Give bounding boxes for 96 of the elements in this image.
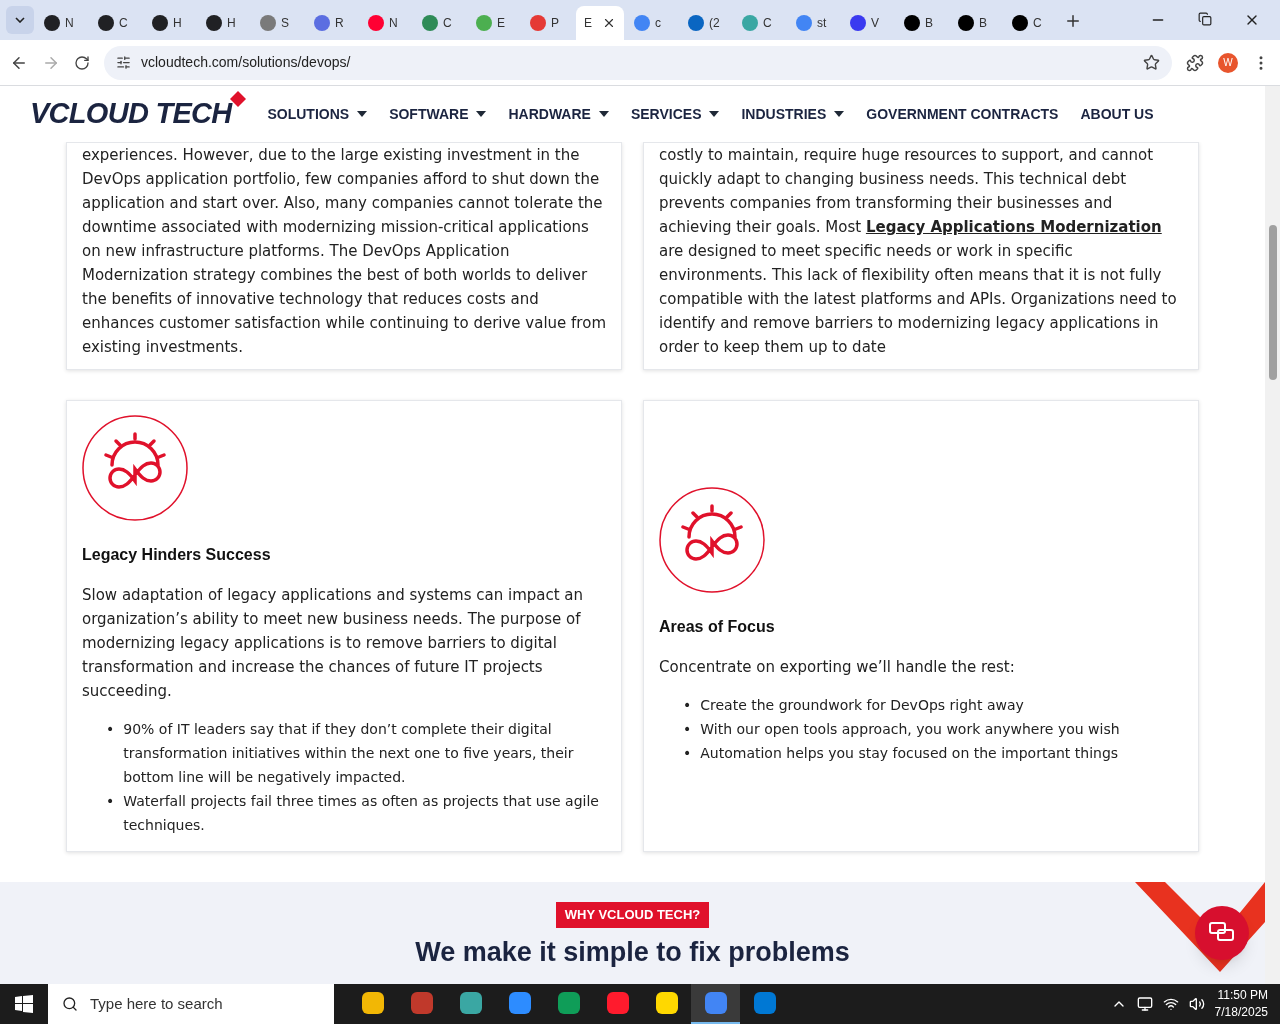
nav-link[interactable]: HARDWARE [508,103,609,125]
nav-link[interactable]: ABOUT US [1080,103,1154,125]
tab-title: C [119,15,128,32]
clock-time: 11:50 PM [1217,987,1268,1004]
browser-tab[interactable]: C [1004,6,1056,40]
bookmark-star-icon[interactable] [1143,54,1160,71]
caret-icon [834,111,845,117]
bullet-marker: • [683,720,692,739]
tab-title: N [65,15,74,32]
browser-tab[interactable]: H [144,6,196,40]
new-tab-icon[interactable] [1064,12,1082,30]
browser-tab[interactable]: E [468,6,520,40]
bullet-item: Waterfall projects fail three times as often as projects that use agile techniques. [123,792,600,835]
taskbar-app-icon[interactable] [691,984,740,1024]
card-paragraph: Slow adaptation of legacy applications and systems can impact an organization’s ability to meet new business needs. The purpose of modernizing legacy applications is to remove barriers to digital transformation and increase the chances of future IT projects succeeding. [82,585,585,702]
clock-date: 7/18/2025 [1214,1004,1268,1021]
tab-title: E [584,15,592,32]
monitor-icon[interactable] [1136,996,1153,1012]
browser-tab[interactable]: C [734,6,786,40]
close-icon[interactable] [602,16,616,30]
browser-tab[interactable]: B [950,6,1002,40]
profile-avatar[interactable]: W [1218,52,1238,73]
card-paragraph: experiences. However, due to the large existing investment in the DevOps application portfolio, few companies afford to shut down the application and start over. Also, many companies cannot tolerate the downtime associated with modernizing mission-critical applications on new infrastructure platforms. The DevOps Application Modernization strategy combines the best of both worlds to deliver the benefits of innovative technology that reduces costs and enhances customer satisfaction while continuing to derive value from existing investments. [82,145,606,358]
restore-icon[interactable] [1198,12,1212,26]
tab-title: C [763,15,772,32]
reload-icon[interactable] [74,54,90,71]
bullet-marker: • [106,720,115,739]
tab-title: c [655,15,661,32]
browser-tab[interactable]: N [360,6,412,40]
site-info-icon[interactable] [116,55,131,70]
browser-tab[interactable]: V [842,6,894,40]
scrollbar-thumb[interactable] [1268,225,1277,380]
nav-link[interactable]: SOLUTIONS [267,103,368,125]
tab-title: C [1033,15,1042,32]
address-bar[interactable]: vcloudtech.com/solutions/devops/ [104,45,1172,80]
url-text: vcloudtech.com/solutions/devops/ [141,53,351,72]
tab-title: H [173,15,182,32]
caret-icon [476,111,487,117]
network-icon[interactable] [1162,996,1179,1012]
tab-title: st [817,15,827,32]
nav-link[interactable]: GOVERNMENT CONTRACTS [866,103,1059,125]
card-title: Areas of Focus [659,617,776,637]
card-paragraph: costly to maintain, require huge resources to support, and cannot quickly adapt to changing business needs. This technical debt prevents companies from transforming their businesses and achieving their goals. Most Legacy Applications Modernization are designed to meet specific needs or work in specific environments. This lack of flexibility often means that it is not fully compatible with the latest platforms and APIs. Organizations need to identify and remove barriers to modernizing legacy applications in order to keep them up to date [659,145,1178,358]
tab-title: (2 [709,15,720,32]
browser-tab[interactable]: P [522,6,574,40]
tab-title: N [389,15,398,32]
browser-tab[interactable]: C [90,6,142,40]
tab-title: B [925,15,933,32]
nav-link[interactable]: SOFTWARE [389,103,487,125]
section-badge: WHY VCLOUD TECH? [555,902,710,928]
caret-icon [709,111,720,117]
chat-bubbles-icon [1209,922,1235,944]
gear-infinity-icon [82,415,188,521]
browser-tab[interactable]: c [626,6,678,40]
bullet-marker: • [683,696,692,715]
bullet-item: With our open tools approach, you work anywhere you wish [700,720,1120,739]
search-icon [62,996,78,1012]
tab-title: S [281,15,289,32]
bullet-marker: • [683,744,692,763]
tab-search-button[interactable] [6,6,34,34]
nav-link[interactable]: INDUSTRIES [741,103,845,125]
browser-tab[interactable]: N [36,6,88,40]
tab-title: C [443,15,452,32]
caret-icon [598,111,609,117]
browser-tab[interactable]: S [252,6,304,40]
extensions-icon[interactable] [1186,53,1204,72]
browser-tab[interactable]: E [576,6,624,40]
tab-title: H [227,15,236,32]
browser-tab[interactable]: C [414,6,466,40]
bullet-item: Create the groundwork for DevOps right away [700,696,1024,715]
chat-button[interactable] [1195,906,1249,960]
gear-infinity-icon [659,487,765,593]
browser-tab[interactable]: B [896,6,948,40]
tab-title: V [871,15,879,32]
bullet-item: 90% of IT leaders say that if they don’t complete their digital transformation initiatives within the next one to five years, their bottom line will be negatively impacted. [123,720,575,787]
tab-title: B [979,15,987,32]
caret-icon [357,111,368,117]
tab-title: E [497,15,505,32]
browser-tab[interactable]: H [198,6,250,40]
volume-icon[interactable] [1188,996,1205,1012]
bullet-marker: • [106,792,115,811]
search-placeholder: Type here to search [90,993,223,1014]
chevron-down-icon [15,17,25,23]
section-heading: We make it simple to fix problems [415,935,850,968]
browser-tab[interactable]: st [788,6,840,40]
tab-title: P [551,15,559,32]
site-logo[interactable]: VCLOUD TECH [30,92,248,136]
tab-title: R [335,15,344,32]
taskbar-search-field[interactable]: Type here to search [48,984,334,1024]
browser-tab[interactable]: (2 [680,6,732,40]
card-paragraph: Concentrate on exporting we’ll handle the rest: [659,657,1016,678]
browser-tab[interactable]: R [306,6,358,40]
card-title: Legacy Hinders Success [82,545,272,565]
nav-link[interactable]: SERVICES [630,103,720,125]
bullet-item: Automation helps you stay focused on the important things [700,744,1119,763]
scrollbar[interactable] [1265,86,1280,984]
